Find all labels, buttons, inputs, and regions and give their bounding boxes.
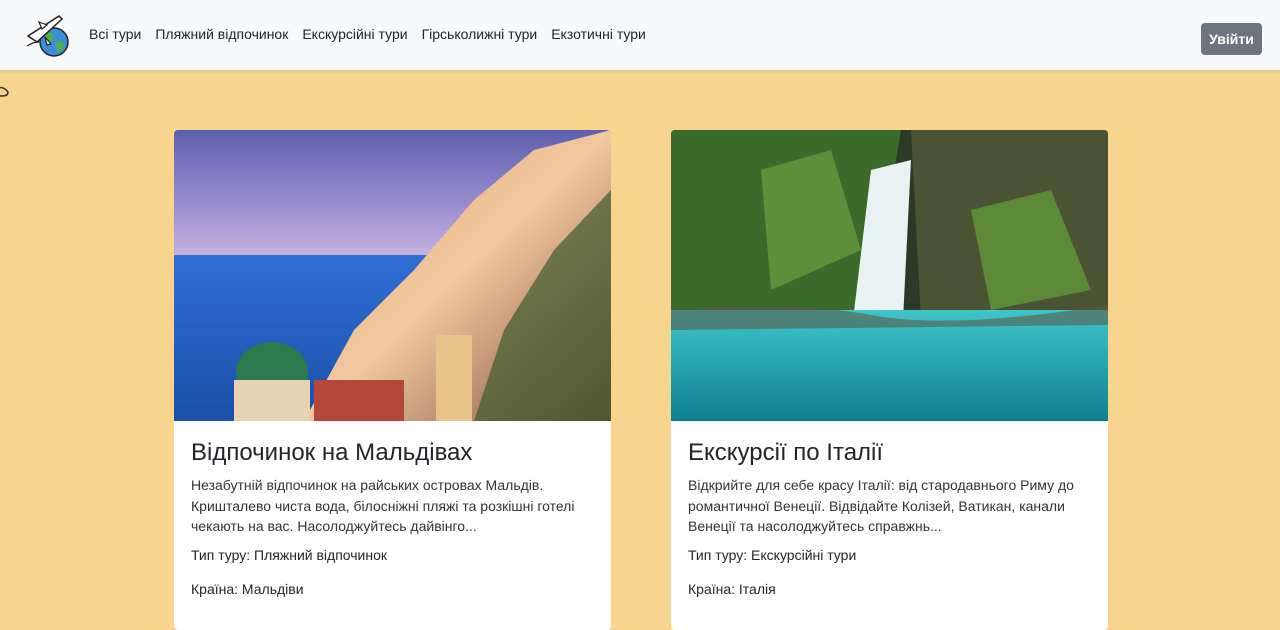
- travel-logo-icon[interactable]: [25, 12, 71, 58]
- nav-link-exotic[interactable]: Екзотичні тури: [551, 25, 646, 43]
- waterfall-image: [671, 130, 1108, 421]
- card-tour-type: Тип туру: Пляжний відпочинок: [191, 547, 388, 563]
- login-button[interactable]: Увійти: [1201, 23, 1262, 55]
- nav-link-ski[interactable]: Гірськолижні тури: [422, 25, 538, 43]
- nav-links: Всі тури Пляжний відпочинок Екскурсійні …: [89, 25, 660, 43]
- tour-card[interactable]: Відпочинок на Мальдівах Незабутній відпо…: [174, 130, 611, 630]
- tour-card[interactable]: Екскурсії по Італії Відкрийте для себе к…: [671, 130, 1108, 630]
- card-tour-type: Тип туру: Екскурсійні тури: [688, 547, 857, 563]
- card-description: Незабутній відпочинок на райських остров…: [191, 477, 575, 534]
- nav-link-all-tours[interactable]: Всі тури: [89, 25, 141, 43]
- card-country: Країна: Мальдіви: [191, 581, 304, 597]
- amalfi-coast-image: [174, 130, 611, 421]
- nav-link-beach[interactable]: Пляжний відпочинок: [155, 25, 288, 43]
- card-title[interactable]: Відпочинок на Мальдівах: [191, 439, 472, 467]
- top-navbar: Всі тури Пляжний відпочинок Екскурсійні …: [0, 0, 1280, 70]
- curl-decoration-icon: [0, 86, 9, 97]
- card-description: Відкрийте для себе красу Італії: від ста…: [688, 477, 1074, 534]
- card-country: Країна: Італія: [688, 581, 776, 597]
- card-title[interactable]: Екскурсії по Італії: [688, 439, 883, 467]
- nav-link-excursion[interactable]: Екскурсійні тури: [302, 25, 407, 43]
